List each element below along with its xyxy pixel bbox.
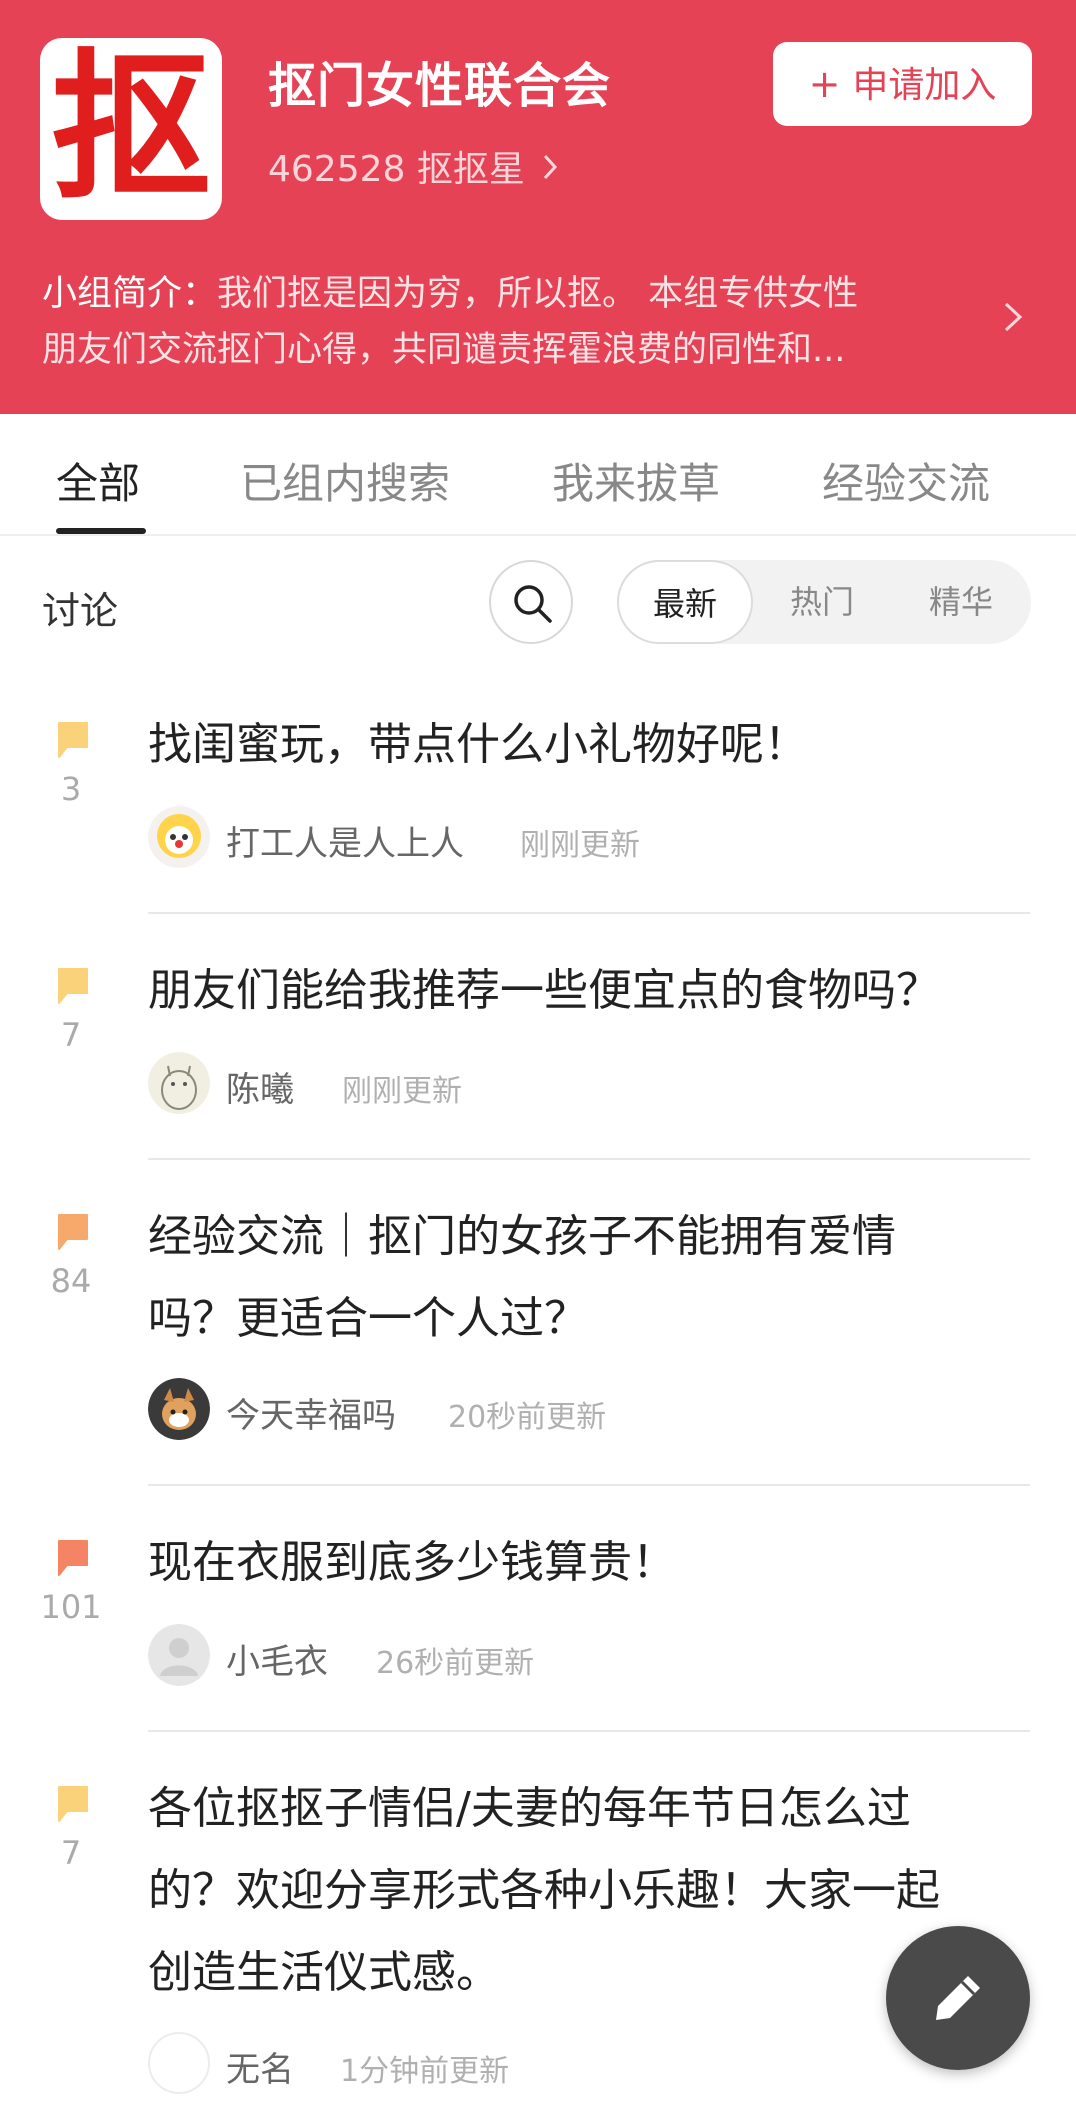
divider	[148, 912, 1030, 914]
group-intro[interactable]: 小组简介：我们抠是因为穷，所以抠。 本组专供女性 朋友们交流抠门心得，共同谴责挥…	[42, 266, 982, 378]
post-author[interactable]: 小毛衣	[226, 1634, 328, 1683]
avatar[interactable]	[148, 1378, 210, 1440]
divider	[148, 1730, 1030, 1732]
member-label: 抠抠星	[416, 149, 525, 190]
group-header: 抠 抠门女性联合会 462528 抠抠星 + 申请加入 小组简介：我们抠是因为穷，…	[0, 0, 1076, 414]
group-logo-glyph: 抠	[50, 38, 211, 220]
member-count-link[interactable]: 462528 抠抠星	[268, 140, 558, 192]
intro-text-line-2: 朋友们交流抠门心得，共同谴责挥霍浪费的同性和...	[42, 330, 846, 370]
post-author[interactable]: 陈曦	[226, 1062, 294, 1111]
post-author[interactable]: 无名	[226, 2042, 294, 2091]
join-group-button[interactable]: + 申请加入	[773, 42, 1032, 126]
tab-recommend[interactable]: 我来拔草	[552, 450, 720, 511]
sort-featured[interactable]: 精华	[891, 560, 1031, 644]
comment-count: 101	[40, 1588, 102, 1626]
compose-post-button[interactable]	[886, 1926, 1030, 2070]
tab-in-group-search[interactable]: 已组内搜索	[240, 450, 450, 511]
divider	[148, 1484, 1030, 1486]
intro-text-line-1: 我们抠是因为穷，所以抠。 本组专供女性	[217, 274, 859, 314]
active-tab-indicator	[56, 528, 146, 534]
group-logo[interactable]: 抠	[40, 38, 222, 220]
pencil-icon	[936, 1976, 980, 2020]
group-name: 抠门女性联合会	[268, 58, 612, 114]
member-count: 462528	[268, 149, 406, 190]
post-title: 现在衣服到底多少钱算贵！	[148, 1537, 676, 1588]
join-button-label: 申请加入	[852, 65, 997, 106]
post-title: 经验交流｜抠门的女孩子不能拥有爱情 吗？更适合一个人过？	[148, 1211, 896, 1344]
post-title: 朋友们能给我推荐一些便宜点的食物吗？	[148, 965, 940, 1016]
search-button[interactable]	[489, 560, 573, 644]
plus-icon: +	[808, 62, 841, 106]
sort-segmented-control: 最新 热门 精华	[617, 560, 1031, 644]
comment-count: 84	[50, 1262, 92, 1300]
post-time: 刚刚更新	[342, 1074, 462, 1109]
comment-count: 3	[60, 770, 82, 808]
post-title: 找闺蜜玩，带点什么小礼物好呢！	[148, 719, 808, 770]
tab-all[interactable]: 全部	[56, 450, 140, 511]
post-author[interactable]: 今天幸福吗	[226, 1388, 396, 1437]
avatar[interactable]	[148, 2032, 210, 2094]
comment-bubble-icon	[58, 1786, 88, 1822]
post-author[interactable]: 打工人是人上人	[226, 816, 464, 865]
post-time: 刚刚更新	[520, 828, 640, 863]
sort-latest[interactable]: 最新	[617, 560, 753, 644]
avatar[interactable]	[148, 806, 210, 868]
avatar[interactable]	[148, 1624, 210, 1686]
chevron-right-icon	[542, 149, 558, 190]
intro-expand-chevron-icon[interactable]	[1000, 292, 1026, 342]
comment-bubble-icon	[58, 722, 88, 758]
tab-experience[interactable]: 经验交流	[822, 450, 990, 511]
sort-hot[interactable]: 热门	[753, 560, 891, 644]
divider	[148, 1158, 1030, 1160]
comment-bubble-icon	[58, 968, 88, 1004]
search-icon	[514, 585, 552, 623]
comment-count: 7	[60, 1016, 82, 1054]
post-time: 1分钟前更新	[340, 2054, 510, 2089]
avatar[interactable]	[148, 1052, 210, 1114]
comment-count: 7	[60, 1834, 82, 1872]
intro-label: 小组简介：	[42, 274, 218, 314]
tab-bar: 全部 已组内搜索 我来拔草 经验交流	[0, 414, 1076, 536]
discussion-heading: 讨论	[42, 589, 119, 633]
comment-bubble-icon	[58, 1540, 88, 1576]
comment-bubble-icon	[58, 1214, 88, 1250]
post-time: 20秒前更新	[448, 1400, 607, 1435]
post-time: 26秒前更新	[376, 1646, 535, 1681]
